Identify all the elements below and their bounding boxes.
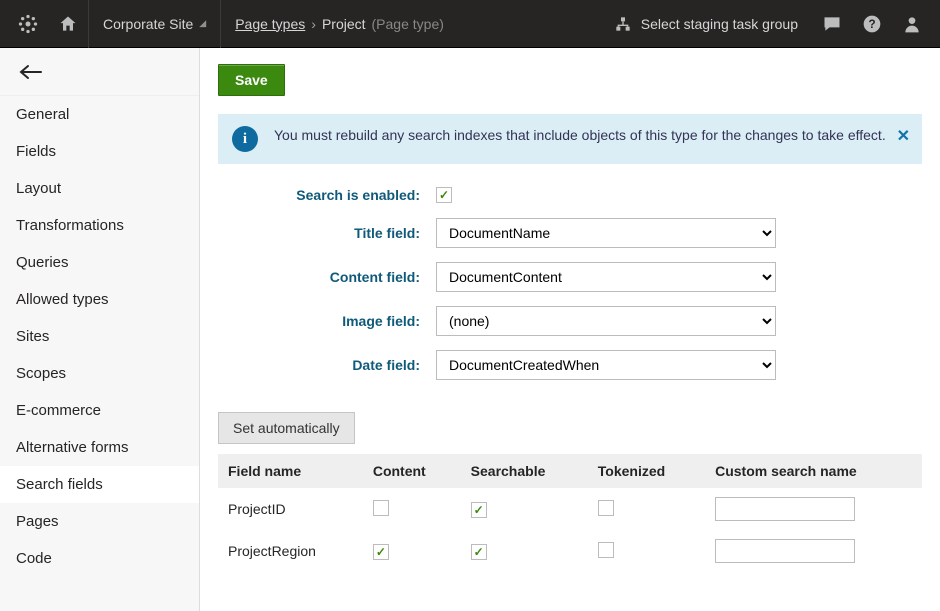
sidebar-item-queries[interactable]: Queries	[0, 244, 199, 281]
sidebar-item-pages[interactable]: Pages	[0, 503, 199, 540]
table-header: Tokenized	[588, 454, 705, 488]
svg-text:?: ?	[868, 18, 875, 31]
sidebar-item-allowed-types[interactable]: Allowed types	[0, 281, 199, 318]
staging-task-group-selector[interactable]: Select staging task group	[601, 16, 812, 32]
date-field-label: Date field:	[218, 357, 436, 373]
sidebar-item-scopes[interactable]: Scopes	[0, 355, 199, 392]
sidebar-item-sites[interactable]: Sites	[0, 318, 199, 355]
field-name-cell: ProjectRegion	[218, 530, 363, 572]
sidebar-item-code[interactable]: Code	[0, 540, 199, 577]
home-icon[interactable]	[48, 0, 88, 48]
breadcrumb: Page types › Project (Page type)	[221, 16, 444, 32]
staging-label: Select staging task group	[641, 16, 798, 32]
search-fields-table: Field nameContentSearchableTokenizedCust…	[218, 454, 922, 572]
sidebar-item-transformations[interactable]: Transformations	[0, 207, 199, 244]
breadcrumb-current: Project	[322, 16, 366, 32]
hierarchy-icon	[615, 16, 631, 32]
user-icon[interactable]	[892, 0, 932, 48]
image-field-select[interactable]: (none)	[436, 306, 776, 336]
search-enabled-label: Search is enabled:	[218, 187, 436, 203]
app-logo-icon[interactable]	[8, 0, 48, 48]
topbar: Corporate Site ◢ Page types › Project (P…	[0, 0, 940, 48]
custom-search-name-input[interactable]	[715, 497, 855, 521]
search-enabled-checkbox[interactable]	[436, 187, 452, 203]
sidebar-item-search-fields[interactable]: Search fields	[0, 466, 199, 503]
sidebar-item-fields[interactable]: Fields	[0, 133, 199, 170]
site-selector-label: Corporate Site	[103, 16, 193, 32]
help-icon[interactable]: ?	[852, 0, 892, 48]
searchable-checkbox[interactable]	[471, 544, 487, 560]
searchable-checkbox[interactable]	[471, 502, 487, 518]
main-scroll[interactable]: Save i You must rebuild any search index…	[200, 48, 940, 611]
sidebar-item-layout[interactable]: Layout	[0, 170, 199, 207]
set-automatically-button[interactable]: Set automatically	[218, 412, 355, 444]
content-field-select[interactable]: DocumentContent	[436, 262, 776, 292]
search-settings-form: Search is enabled: Title field: Document…	[218, 186, 922, 380]
chevron-right-icon: ›	[311, 16, 316, 32]
chat-icon[interactable]	[812, 0, 852, 48]
content-checkbox[interactable]	[373, 500, 389, 516]
info-notice: i You must rebuild any search indexes th…	[218, 114, 922, 164]
custom-search-name-input[interactable]	[715, 539, 855, 563]
back-button[interactable]	[0, 48, 199, 96]
main-content: Save i You must rebuild any search index…	[200, 48, 940, 611]
sidebar-item-e-commerce[interactable]: E-commerce	[0, 392, 199, 429]
table-row: ProjectRegion	[218, 530, 922, 572]
save-button[interactable]: Save	[218, 64, 285, 96]
field-name-cell: ProjectID	[218, 488, 363, 530]
close-icon[interactable]: ✕	[897, 126, 910, 146]
sidebar-item-alternative-forms[interactable]: Alternative forms	[0, 429, 199, 466]
title-field-select[interactable]: DocumentName	[436, 218, 776, 248]
table-header: Custom search name	[705, 454, 922, 488]
info-icon: i	[232, 126, 258, 152]
table-header: Field name	[218, 454, 363, 488]
sidebar: GeneralFieldsLayoutTransformationsQuerie…	[0, 48, 200, 611]
table-header: Searchable	[461, 454, 588, 488]
tokenized-checkbox[interactable]	[598, 500, 614, 516]
back-arrow-icon	[18, 64, 44, 80]
sidebar-item-general[interactable]: General	[0, 96, 199, 133]
date-field-select[interactable]: DocumentCreatedWhen	[436, 350, 776, 380]
title-field-label: Title field:	[218, 225, 436, 241]
breadcrumb-suffix: (Page type)	[372, 16, 444, 32]
table-header: Content	[363, 454, 461, 488]
table-row: ProjectID	[218, 488, 922, 530]
content-field-label: Content field:	[218, 269, 436, 285]
breadcrumb-root[interactable]: Page types	[235, 16, 305, 32]
content-checkbox[interactable]	[373, 544, 389, 560]
dropdown-triangle-icon: ◢	[199, 18, 206, 29]
site-selector[interactable]: Corporate Site ◢	[88, 0, 221, 48]
info-notice-text: You must rebuild any search indexes that…	[274, 126, 908, 146]
image-field-label: Image field:	[218, 313, 436, 329]
tokenized-checkbox[interactable]	[598, 542, 614, 558]
